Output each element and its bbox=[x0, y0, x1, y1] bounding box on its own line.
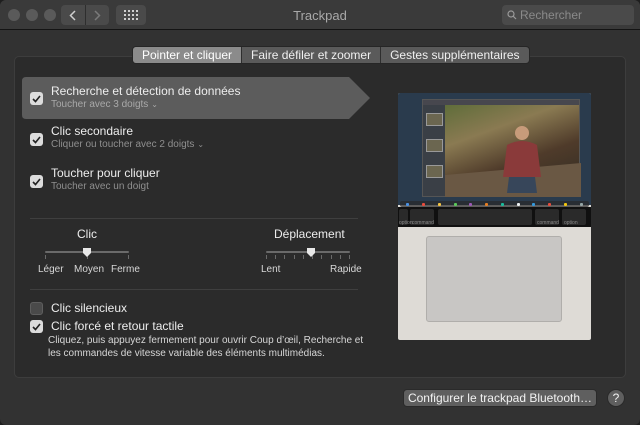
help-button[interactable]: ? bbox=[607, 389, 625, 407]
force-click-description: Cliquez, puis appuyez fermement pour ouv… bbox=[48, 335, 364, 359]
preview-key-option-right: option bbox=[564, 220, 578, 226]
search-input[interactable] bbox=[520, 8, 630, 22]
tab-pointer-click[interactable]: Pointer et cliquer bbox=[133, 47, 242, 63]
search-icon bbox=[507, 10, 517, 20]
option-tap-to-click[interactable]: Toucher pour cliquer Toucher avec un doi… bbox=[22, 166, 322, 202]
option-silent-click[interactable]: Clic silencieux bbox=[22, 301, 222, 317]
tap-to-click-sub: Toucher avec un doigt bbox=[51, 181, 149, 192]
click-slider-min-label: Léger bbox=[38, 264, 64, 275]
secondary-click-title: Clic secondaire bbox=[51, 124, 134, 138]
tab-bar: Pointer et cliquer Faire défiler et zoom… bbox=[132, 46, 530, 64]
secondary-click-gesture-label: Cliquer ou toucher avec 2 doigts bbox=[51, 139, 195, 150]
click-slider-title: Clic bbox=[77, 227, 97, 241]
preview-trackpad bbox=[426, 236, 562, 322]
bluetooth-trackpad-button[interactable]: Configurer le trackpad Bluetooth… bbox=[403, 389, 597, 407]
preview-key-command-left: command bbox=[412, 220, 434, 226]
click-slider-mid-label: Moyen bbox=[74, 264, 105, 275]
preferences-window: Trackpad Pointer et cliquer Faire défile… bbox=[0, 0, 640, 425]
secondary-click-checkbox[interactable] bbox=[30, 133, 43, 146]
lookup-checkbox[interactable] bbox=[30, 92, 43, 105]
click-slider-knob[interactable] bbox=[82, 247, 92, 258]
lookup-gesture-label: Toucher avec 3 doigts bbox=[51, 99, 149, 110]
divider bbox=[30, 218, 358, 219]
preview-window bbox=[422, 99, 581, 197]
tracking-slider-max-label: Rapide bbox=[330, 264, 362, 275]
tracking-slider-min-label: Lent bbox=[261, 264, 281, 275]
silent-click-title: Clic silencieux bbox=[51, 301, 128, 315]
preview-screen bbox=[398, 93, 591, 207]
chevron-down-icon: ⌄ bbox=[197, 140, 205, 149]
option-secondary-click[interactable]: Clic secondaire Cliquer ou toucher avec … bbox=[22, 124, 322, 160]
checkmark-icon bbox=[32, 94, 41, 103]
divider bbox=[30, 289, 358, 290]
force-click-title: Clic forcé et retour tactile bbox=[51, 319, 184, 333]
lookup-title: Recherche et détection de données bbox=[51, 84, 241, 98]
preview-photo bbox=[445, 105, 581, 197]
tab-scroll-zoom[interactable]: Faire défiler et zoomer bbox=[241, 47, 380, 63]
tracking-slider-knob[interactable] bbox=[306, 247, 316, 258]
preview-key-option-left: option bbox=[399, 220, 413, 226]
checkmark-icon bbox=[32, 177, 41, 186]
search-field[interactable] bbox=[502, 5, 634, 25]
checkmark-icon bbox=[32, 135, 41, 144]
secondary-click-gesture-select[interactable]: Cliquer ou toucher avec 2 doigts ⌄ bbox=[51, 139, 204, 150]
option-lookup[interactable]: Recherche et détection de données Touche… bbox=[22, 77, 370, 119]
lookup-gesture-select[interactable]: Toucher avec 3 doigts ⌄ bbox=[51, 99, 158, 110]
person-illustration bbox=[445, 126, 581, 197]
tap-to-click-checkbox[interactable] bbox=[30, 175, 43, 188]
checkmark-icon bbox=[32, 322, 41, 331]
tracking-slider-title: Déplacement bbox=[274, 227, 345, 241]
chevron-down-icon: ⌄ bbox=[151, 100, 158, 109]
silent-click-checkbox[interactable] bbox=[30, 302, 43, 315]
gesture-preview: option command command option bbox=[398, 93, 591, 340]
click-slider-max-label: Ferme bbox=[111, 264, 140, 275]
title-bar: Trackpad bbox=[0, 0, 640, 30]
preview-keyboard-row: option command command option bbox=[398, 207, 591, 227]
tab-more-gestures[interactable]: Gestes supplémentaires bbox=[380, 47, 528, 63]
preview-key-command-right: command bbox=[537, 220, 559, 226]
option-force-click[interactable]: Clic forcé et retour tactile bbox=[22, 319, 272, 335]
force-click-checkbox[interactable] bbox=[30, 320, 43, 333]
tap-to-click-title: Toucher pour cliquer bbox=[51, 166, 160, 180]
